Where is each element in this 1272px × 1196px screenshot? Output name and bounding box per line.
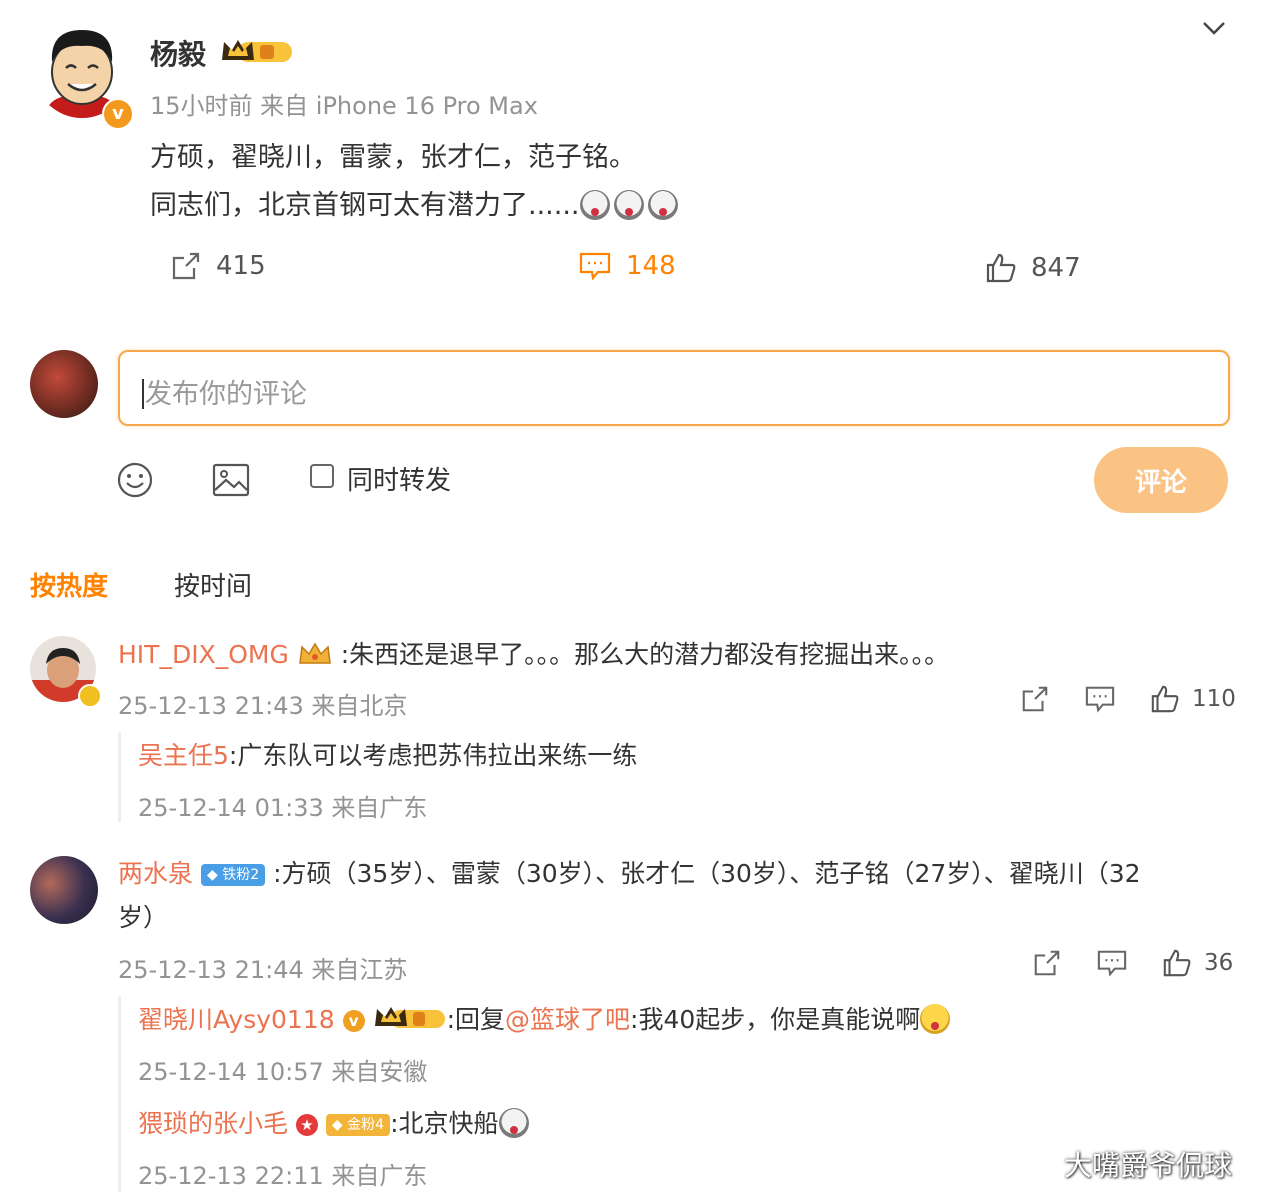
current-user-avatar[interactable] (30, 350, 98, 418)
reply-icon[interactable] (1084, 684, 1116, 714)
comment-meta: 25-12-13 21:43 来自北京 (118, 692, 408, 720)
author-name[interactable]: 杨毅 (150, 33, 206, 73)
reply-meta: 25-12-14 01:33 来自广东 (138, 794, 428, 822)
post-content-line2: 同志们，北京首钢可太有潜力了...... (150, 190, 580, 221)
like-count: 847 (1031, 253, 1081, 283)
reply-body: 猥琐的张小毛 ★ ◆ 金粉4:北京快船 (138, 1102, 533, 1146)
reply-prefix: :回复 (446, 1005, 505, 1034)
comment-icon (579, 252, 611, 281)
reply-meta: 25-12-14 10:57 来自安徽 (138, 1058, 428, 1086)
post-time-source: 15小时前 来自 iPhone 16 Pro Max (150, 92, 538, 120)
watermark: 大嘴爵爷侃球 (1064, 1149, 1233, 1182)
reply-body: 翟晓川Aysy0118 v :回复@篮球了吧:我40起步，你是真能说啊 (138, 998, 954, 1042)
fan-level-badge: ◆ 铁粉2 (200, 864, 266, 886)
tab-sort-hot[interactable]: 按热度 (30, 566, 108, 603)
comment-meta: 25-12-13 21:44 来自江苏 (118, 956, 408, 984)
laughing-emoji-icon (920, 1004, 951, 1034)
emoji-icon (613, 190, 644, 220)
reply-text: :我40起步，你是真能说啊 (630, 1005, 921, 1034)
like-icon (1163, 949, 1191, 977)
comment-actions: 110 (1020, 684, 1236, 714)
fan-badge-icon: ◆ (331, 1117, 343, 1133)
comment-text-cont: 岁） (118, 903, 169, 932)
comment-author[interactable]: 两水泉 (118, 859, 193, 888)
repost-button[interactable]: 415 (170, 250, 266, 282)
verified-icon: ★ (295, 1114, 318, 1136)
emoji-icon (579, 190, 610, 220)
repost-icon[interactable] (1020, 684, 1050, 714)
repost-checkbox[interactable] (310, 464, 334, 488)
reply-text: :广东队可以考虑把苏伟拉出来练一练 (228, 741, 638, 770)
comment-like-count: 36 (1204, 950, 1234, 976)
reply-mention[interactable]: @篮球了吧 (505, 1005, 630, 1034)
post-content: 方硕，翟晓川，雷蒙，张才仁，范子铭。 同志们，北京首钢可太有潜力了...... (150, 134, 1150, 230)
comment-like-button[interactable]: 36 (1162, 948, 1233, 978)
comment-author[interactable]: HIT_DIX_OMG (118, 640, 289, 669)
collapse-chevron-icon[interactable] (1200, 18, 1228, 38)
vip-crown-badge[interactable] (220, 36, 294, 66)
repost-checkbox-label[interactable]: 同时转发 (347, 460, 451, 497)
repost-icon (172, 252, 200, 280)
verified-icon (78, 684, 102, 708)
comment-body: 两水泉 ◆ 铁粉2 :方硕（35岁）、雷蒙（30岁）、张才仁（30岁）、范子铭（… (118, 852, 1228, 940)
fan-badge-icon: ◆ (206, 867, 218, 883)
reply-meta: 25-12-13 22:11 来自广东 (138, 1162, 428, 1190)
reply-body: 吴主任5:广东队可以考虑把苏伟拉出来练一练 (138, 734, 637, 778)
comment-text: :朱西还是退早了。。。那么大的潜力都没有挖掘出来。。。 (340, 640, 950, 669)
reply-author[interactable]: 猥琐的张小毛 (138, 1109, 288, 1138)
post-content-line1: 方硕，翟晓川，雷蒙，张才仁，范子铭。 (150, 142, 636, 173)
comment-like-count: 110 (1192, 686, 1236, 712)
repost-icon[interactable] (1032, 948, 1062, 978)
like-icon (1151, 685, 1179, 713)
repost-count: 415 (216, 251, 266, 281)
comment-input-placeholder: 发布你的评论 (142, 372, 307, 411)
like-icon (986, 253, 1016, 283)
comment-count: 148 (626, 251, 676, 281)
comment-input[interactable]: 发布你的评论 (118, 350, 1230, 426)
comment-actions: 36 (1032, 948, 1233, 978)
comment-like-button[interactable]: 110 (1150, 684, 1236, 714)
tab-sort-time[interactable]: 按时间 (174, 566, 252, 603)
verified-icon: v (102, 98, 134, 130)
vip-crown-icon (297, 641, 333, 667)
reply-text: :北京快船 (390, 1109, 499, 1138)
comment-button[interactable]: 148 (578, 250, 676, 282)
like-button[interactable]: 847 (985, 252, 1081, 284)
reply-author[interactable]: 吴主任5 (138, 741, 229, 770)
vip-crown-badge (373, 1004, 447, 1032)
emoji-icon (647, 190, 678, 220)
verified-icon: v (342, 1010, 365, 1032)
text-caret (142, 379, 144, 409)
comment-text: :方硕（35岁）、雷蒙（30岁）、张才仁（30岁）、范子铭（27岁）、翟晓川（3… (273, 859, 1141, 888)
post-content-line2-wrap: 同志们，北京首钢可太有潜力了...... (150, 182, 1150, 230)
comment-body: HIT_DIX_OMG :朱西还是退早了。。。那么大的潜力都没有挖掘出来。。。 (118, 633, 1238, 677)
fan-level-badge: ◆ 金粉4 (325, 1114, 391, 1136)
reply-icon[interactable] (1096, 948, 1128, 978)
image-upload-icon[interactable] (212, 462, 250, 498)
emoji-icon (498, 1108, 529, 1138)
reply-author[interactable]: 翟晓川Aysy0118 (138, 1005, 335, 1034)
emoji-picker-icon[interactable] (117, 462, 153, 498)
commenter-avatar[interactable] (30, 856, 98, 924)
submit-comment-button[interactable]: 评论 (1094, 447, 1228, 513)
